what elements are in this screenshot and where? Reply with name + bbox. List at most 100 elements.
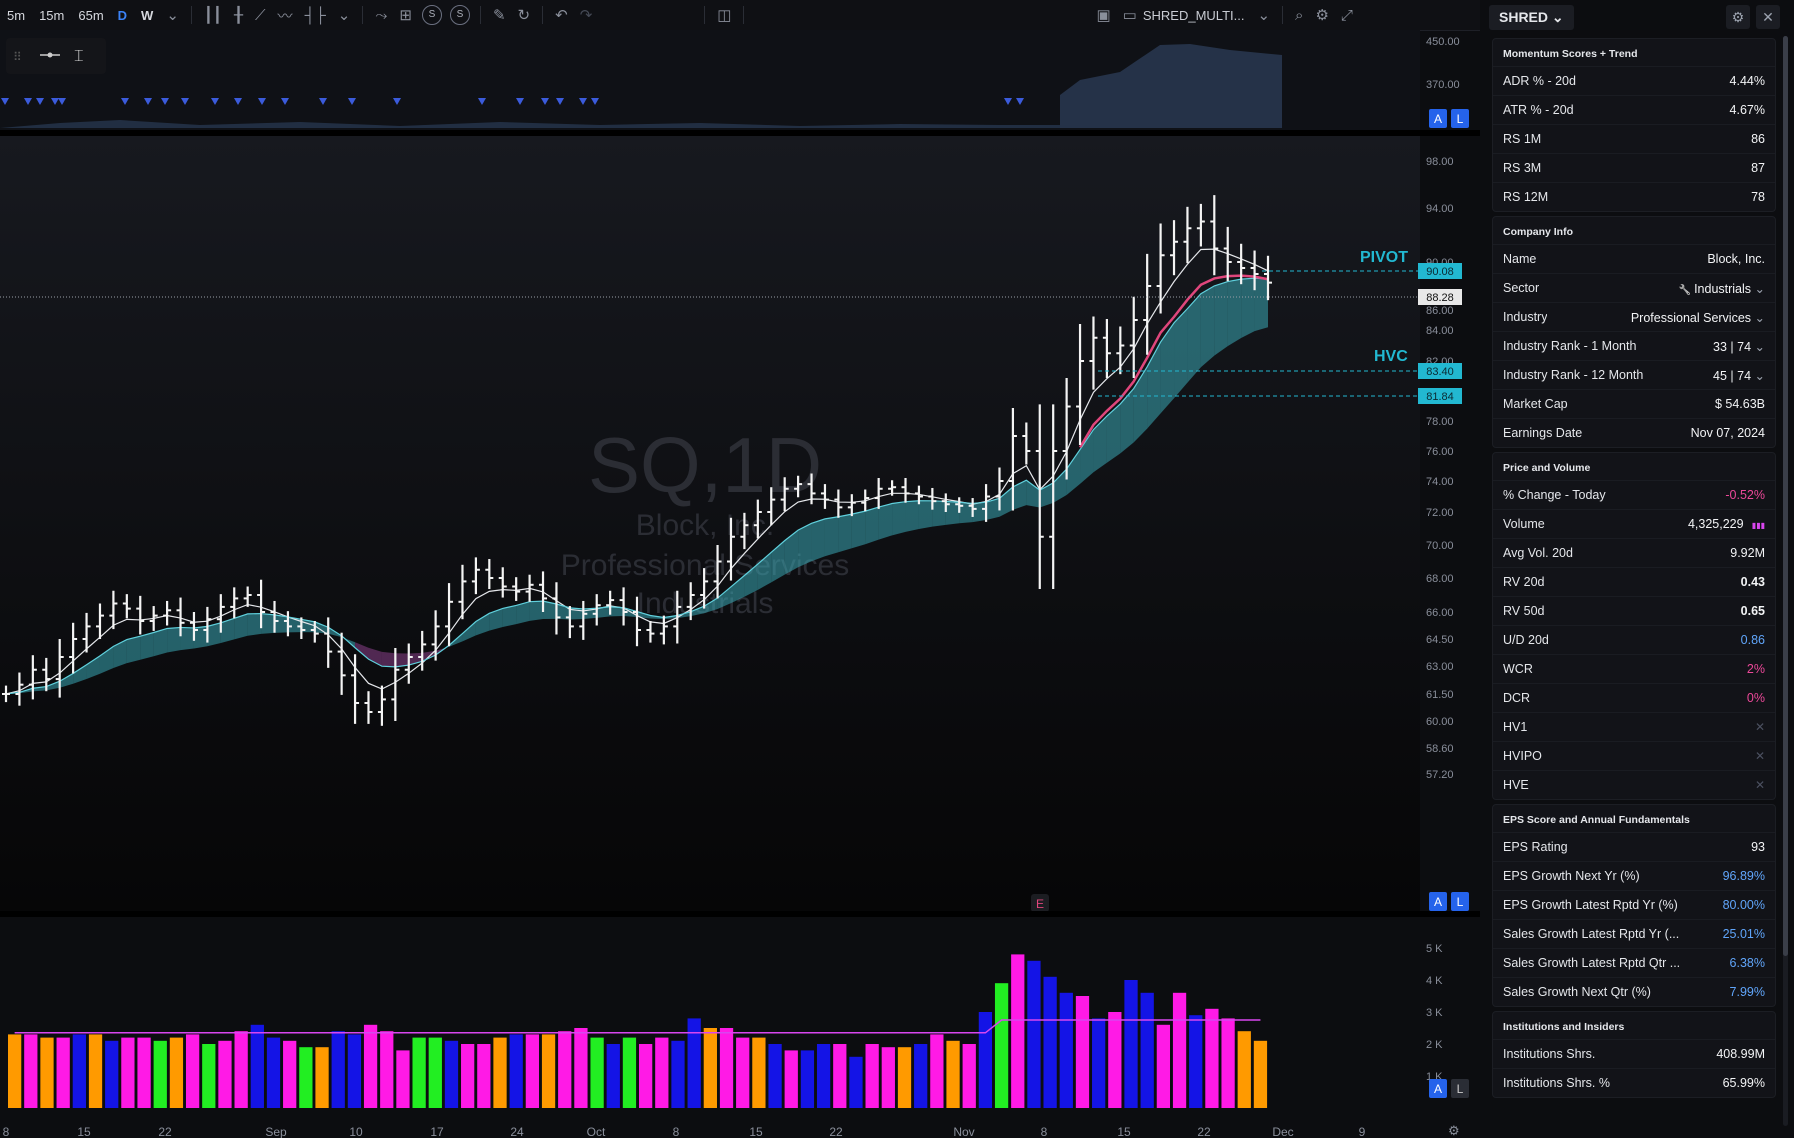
compare-symbol-badge[interactable]: S bbox=[449, 5, 470, 25]
refresh-icon[interactable]: ↻ bbox=[512, 6, 537, 24]
compare-symbol-badge[interactable]: S bbox=[421, 5, 442, 25]
ribbon-segment bbox=[932, 500, 946, 527]
row-value: 87 bbox=[1751, 161, 1765, 175]
row-value: 45 | 74 bbox=[1713, 368, 1752, 383]
ohlc-style-icon[interactable]: ┤├ bbox=[299, 7, 332, 24]
panel-scrollbar-thumb[interactable] bbox=[1783, 36, 1788, 956]
chevron-down-icon[interactable]: ⌄ bbox=[160, 6, 185, 24]
timeframe-5m[interactable]: 5m bbox=[0, 8, 32, 23]
undo-icon[interactable]: ↶ bbox=[549, 6, 574, 24]
divider bbox=[479, 6, 481, 24]
volume-bar bbox=[541, 1034, 556, 1108]
line-style-icon[interactable]: ⟋ bbox=[249, 7, 272, 24]
chevron-down-icon[interactable]: ⌄ bbox=[1751, 282, 1765, 296]
time-axis[interactable] bbox=[0, 1122, 1480, 1138]
volume-bar bbox=[121, 1037, 135, 1108]
volume-bar bbox=[331, 1031, 345, 1108]
pivot-label: PIVOT bbox=[1360, 249, 1408, 266]
timeframe-d[interactable]: D bbox=[111, 8, 134, 23]
price-axis[interactable]: 98.0094.0090.0086.0084.0082.0080.0078.00… bbox=[1426, 36, 1460, 781]
redo-icon[interactable]: ↷ bbox=[574, 6, 599, 24]
row-value-wrap: 80.00% bbox=[1723, 898, 1765, 912]
time-axis-label: Nov bbox=[953, 1125, 974, 1138]
panel-row: U/D 20d 0.86 bbox=[1493, 625, 1775, 654]
price-axis-label: 61.50 bbox=[1426, 689, 1454, 701]
ribbon-segment bbox=[824, 516, 839, 557]
row-value-wrap: 6.38% bbox=[1730, 956, 1765, 970]
row-value: 33 | 74 bbox=[1713, 339, 1752, 354]
volume-bar bbox=[218, 1040, 232, 1108]
row-value-wrap: 4,325,229 ▮▮▮ bbox=[1688, 517, 1765, 531]
fullscreen-icon[interactable]: ⤢ bbox=[1335, 7, 1359, 24]
watchlist-select[interactable]: SHRED ⌄ bbox=[1489, 4, 1574, 30]
divider bbox=[190, 6, 192, 24]
volume-bar bbox=[1221, 1018, 1235, 1108]
indicators-icon[interactable]: ⤳ bbox=[369, 7, 393, 24]
row-value-wrap: 0.86 bbox=[1741, 633, 1765, 647]
timeframe-15m[interactable]: 15m bbox=[32, 8, 71, 23]
row-value: 408.99M bbox=[1716, 1047, 1765, 1061]
panel-row: Institutions Shrs. % 65.99% bbox=[1493, 1068, 1775, 1097]
volume-bar bbox=[655, 1037, 669, 1108]
camera-icon[interactable]: ◫ bbox=[711, 6, 737, 24]
volume-bar bbox=[525, 1034, 540, 1108]
gear-icon[interactable]: ⚙ bbox=[1726, 5, 1750, 29]
chevron-down-icon[interactable]: ⌄ bbox=[1751, 369, 1765, 383]
row-value: ✕ bbox=[1754, 749, 1765, 763]
close-icon[interactable]: ✕ bbox=[1756, 5, 1780, 29]
candles-style-icon[interactable]: ╂ bbox=[228, 6, 249, 24]
chevron-down-icon[interactable]: ⌄ bbox=[1251, 6, 1276, 24]
row-value: 4,325,229 bbox=[1687, 517, 1744, 531]
ribbon-segment bbox=[838, 514, 852, 553]
time-axis-label: Dec bbox=[1272, 1125, 1293, 1138]
chevron-down-icon[interactable]: ⌄ bbox=[1751, 340, 1765, 354]
row-label: ADR % - 20d bbox=[1503, 74, 1576, 88]
timeframe-65m[interactable]: 65m bbox=[71, 8, 110, 23]
timeframe-w[interactable]: W bbox=[134, 8, 160, 23]
panel-row: Name Block, Inc. bbox=[1493, 244, 1775, 273]
time-axis-label: Oct bbox=[587, 1125, 606, 1138]
search-icon[interactable]: ⌕ bbox=[1289, 7, 1309, 24]
layout-icon[interactable]: ▣ bbox=[1090, 6, 1116, 24]
volume-bar bbox=[202, 1044, 216, 1108]
panel-row: Avg Vol. 20d 9.92M bbox=[1493, 538, 1775, 567]
gear-icon[interactable]: ⚙ bbox=[1309, 6, 1334, 24]
panel-row[interactable]: Industry Professional Services ⌄ bbox=[1493, 302, 1775, 331]
folder-icon[interactable]: ▭ bbox=[1117, 6, 1143, 24]
area-style-icon[interactable]: 〰 bbox=[272, 5, 299, 26]
price-axis-label: 60.00 bbox=[1426, 716, 1454, 728]
panel-row[interactable]: Industry Rank - 12 Month 45 | 74 ⌄ bbox=[1493, 360, 1775, 389]
volume-bar bbox=[1156, 1024, 1171, 1108]
bars-style-icon[interactable]: ┃┃ bbox=[198, 6, 228, 24]
ribbon-segment bbox=[1174, 308, 1188, 399]
grid-layout-icon[interactable]: ⊞ bbox=[393, 6, 418, 24]
chevron-down-icon: ⌄ bbox=[1551, 8, 1564, 25]
panel-row: Institutions Shrs. 408.99M bbox=[1493, 1039, 1775, 1068]
row-label: EPS Growth Latest Rptd Yr (%) bbox=[1503, 898, 1678, 912]
chevron-down-icon[interactable]: ⌄ bbox=[1751, 311, 1765, 325]
panel-row[interactable]: Sector 🔧 Industrials ⌄ bbox=[1493, 273, 1775, 302]
volume-bar bbox=[849, 1056, 863, 1108]
panel-row: RS 12M 78 bbox=[1493, 182, 1775, 211]
pencil-icon[interactable]: ✎ bbox=[487, 6, 512, 24]
chevron-down-icon[interactable]: ⌄ bbox=[332, 6, 357, 24]
panel-row[interactable]: Industry Rank - 1 Month 33 | 74 ⌄ bbox=[1493, 331, 1775, 360]
candlestick-tool-icon[interactable]: ⌶ bbox=[74, 48, 84, 65]
row-label: RV 20d bbox=[1503, 575, 1545, 589]
divider bbox=[743, 6, 745, 24]
drag-handle-icon[interactable]: ⠿ bbox=[13, 50, 22, 64]
time-axis-label: 22 bbox=[158, 1125, 172, 1138]
volume-bar bbox=[283, 1040, 297, 1108]
volume-bar bbox=[8, 1034, 22, 1108]
low-price-tag: 81.84 bbox=[1426, 391, 1454, 403]
row-label: RS 1M bbox=[1503, 132, 1542, 146]
row-value: 7.99% bbox=[1729, 985, 1765, 999]
row-value: 9.92M bbox=[1730, 546, 1765, 560]
layout-name[interactable]: SHRED_MULTI... bbox=[1143, 8, 1252, 23]
section-title: Company Info bbox=[1503, 226, 1573, 238]
section-title: Price and Volume bbox=[1503, 462, 1591, 474]
row-value: 0.86 bbox=[1740, 633, 1765, 647]
axis-settings-icon[interactable]: ⚙ bbox=[1448, 1123, 1460, 1138]
panel-row: HVIPO ✕ bbox=[1493, 741, 1775, 770]
price-chart[interactable]: ⠿ ⌶ SQ,1D Block, Inc. Professional Servi… bbox=[0, 30, 1480, 1138]
